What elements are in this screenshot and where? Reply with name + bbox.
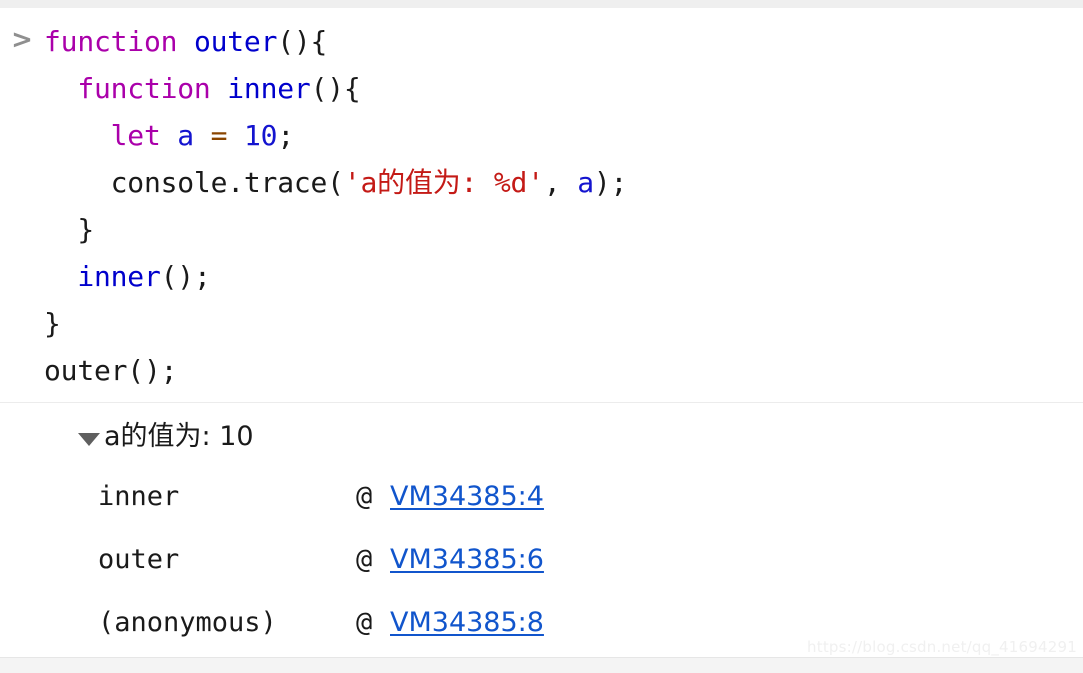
console-trace-output-group: a的值为: 10 inner @ VM34385:4 outer @ VM34385:6 (… (0, 403, 1083, 660)
stack-trace-row: outer @ VM34385:6 (98, 528, 1083, 591)
code-line: let a = 10; (44, 112, 1083, 159)
stack-frame-function-name: (anonymous) (98, 607, 277, 638)
stack-frame-at-separator: @ (356, 481, 373, 512)
devtools-console-panel: > function outer(){ function inner(){ le… (0, 8, 1083, 660)
code-token-plain: console.trace( (110, 166, 344, 199)
code-token-string: 'a的值为: %d' (343, 166, 544, 199)
console-prompt-chevron-icon: > (11, 25, 33, 55)
code-token-var: a (177, 119, 194, 152)
console-input-code[interactable]: function outer(){ function inner(){ let … (44, 18, 1083, 394)
stack-frame-function-name: inner (98, 481, 180, 512)
code-token-plain: (); (160, 260, 211, 293)
code-token-plain: } (44, 307, 61, 340)
stack-frame-source-link[interactable]: VM34385:8 (390, 591, 544, 654)
code-token-plain: } (77, 213, 94, 246)
stack-frame-source-link[interactable]: VM34385:4 (390, 465, 544, 528)
code-token-keyword: function (44, 25, 178, 58)
code-token-keyword: function (77, 72, 211, 105)
code-token-keyword: let (110, 119, 161, 152)
stack-frame-source-link[interactable]: VM34385:6 (390, 528, 544, 591)
code-line: inner(); (44, 253, 1083, 300)
code-token-fnname: inner (77, 260, 161, 293)
code-line: } (44, 206, 1083, 253)
window-bottom-chrome-strip (0, 658, 1083, 673)
code-token-fnname: outer (193, 25, 278, 58)
code-token-operator: = (210, 119, 228, 152)
disclosure-triangle-expanded-icon[interactable] (78, 432, 100, 446)
stack-frame-at-separator: @ (356, 544, 373, 575)
code-token-number: 10 (243, 119, 278, 152)
code-token-var: a (577, 166, 594, 199)
stack-frame-function-name: outer (98, 544, 180, 575)
code-token-plain: , (543, 166, 578, 199)
code-line: function inner(){ (44, 65, 1083, 112)
code-token-fnname: inner (227, 72, 311, 105)
window-top-chrome-strip (0, 0, 1083, 8)
stack-trace-list: inner @ VM34385:4 outer @ VM34385:6 (anonymous… (0, 463, 1083, 654)
code-line: function outer(){ (44, 18, 1083, 65)
stack-trace-row: inner @ VM34385:4 (98, 465, 1083, 528)
code-line: outer(); (44, 347, 1083, 394)
stack-frame-at-separator: @ (356, 607, 373, 638)
code-token-plain: ; (277, 119, 294, 152)
console-input-echo-group[interactable]: > function outer(){ function inner(){ le… (0, 8, 1083, 402)
code-token-plain: (){ (310, 72, 361, 105)
code-line: } (44, 300, 1083, 347)
code-token-plain: outer(); (44, 354, 178, 387)
code-token-plain: (){ (277, 25, 328, 58)
code-token-plain: ); (593, 166, 628, 199)
trace-group-header[interactable]: a的值为: 10 (0, 411, 1083, 463)
trace-message-text: a的值为: 10 (104, 421, 254, 452)
code-line: console.trace('a的值为: %d', a); (44, 159, 1083, 206)
csdn-watermark: https://blog.csdn.net/qq_41694291 (807, 638, 1077, 656)
